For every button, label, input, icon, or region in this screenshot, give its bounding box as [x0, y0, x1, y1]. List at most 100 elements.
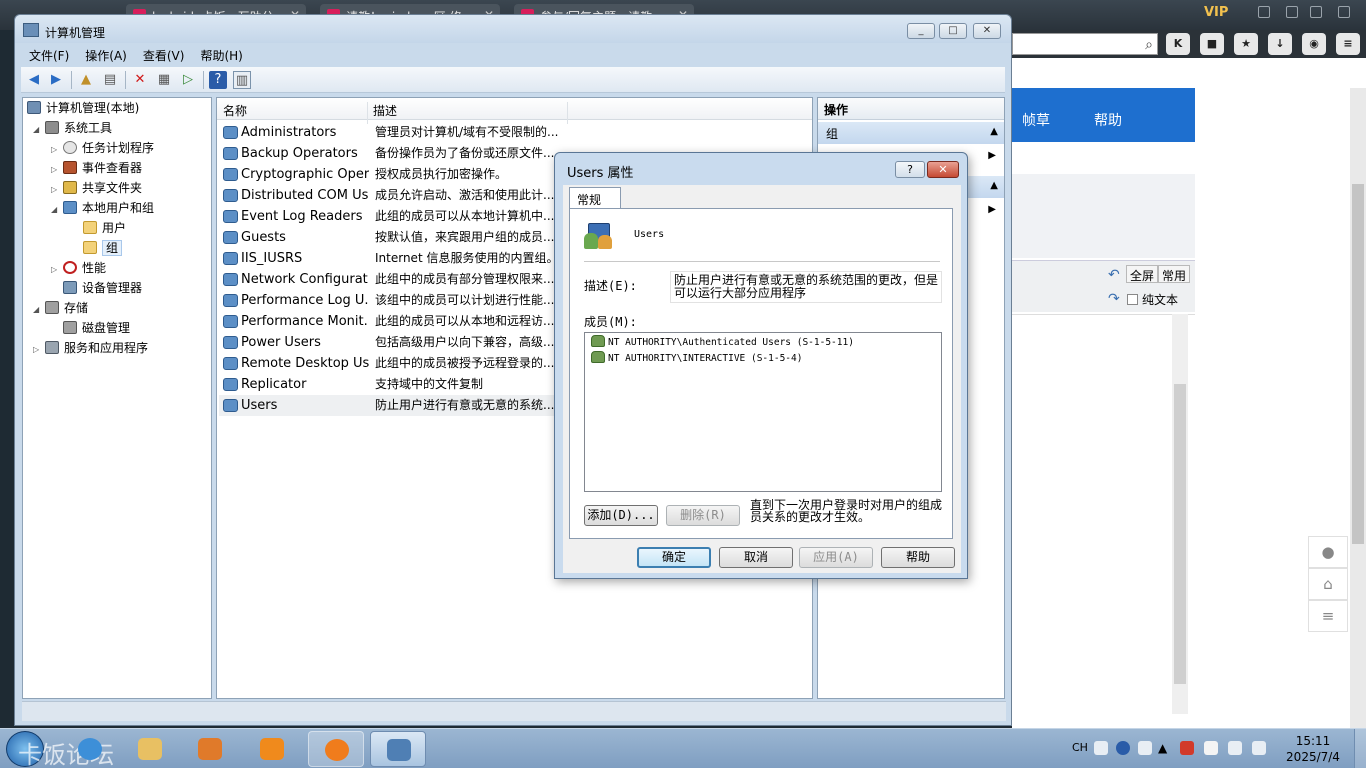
system-clock[interactable]: 15:11 2025/7/4	[1280, 733, 1346, 765]
tree-node-performance[interactable]: ▷ 性能	[51, 258, 106, 278]
list-item[interactable]: NT AUTHORITY\INTERACTIVE (S-1-5-4)	[591, 351, 802, 367]
export-list-icon[interactable]: ▷	[179, 71, 197, 89]
column-divider[interactable]	[367, 102, 368, 124]
add-button[interactable]: 添加(D)...	[584, 505, 658, 526]
browser-maximize-icon[interactable]	[1310, 6, 1322, 18]
k-extension-icon[interactable]: K	[1166, 33, 1190, 55]
help-button[interactable]: 帮助	[881, 547, 955, 568]
expand-arrow-icon[interactable]: ▷	[51, 180, 63, 200]
tree-node-services-apps[interactable]: ▷ 服务和应用程序	[33, 338, 148, 358]
collapse-arrow-icon[interactable]: ◢	[51, 200, 63, 220]
maximize-button[interactable]: □	[939, 23, 967, 39]
address-bar[interactable]: ⌕	[1012, 33, 1158, 55]
description-field[interactable]: 防止用户进行有意或无意的系统范围的更改，但是可以运行大部分应用程序	[670, 271, 942, 303]
scrollbar-thumb[interactable]	[1174, 384, 1186, 684]
tree-node-task-scheduler[interactable]: ▷ 任务计划程序	[51, 138, 154, 158]
tree-node-device-manager[interactable]: 设备管理器	[63, 278, 142, 298]
apply-button[interactable]: 应用(A)	[799, 547, 873, 568]
list-icon[interactable]: ≡	[1308, 600, 1348, 632]
gamepad-icon[interactable]: ◉	[1302, 33, 1326, 55]
taskbar-explorer[interactable]	[122, 731, 178, 767]
plain-text-checkbox[interactable]	[1127, 294, 1138, 305]
show-hide-tree-icon[interactable]: ▤	[101, 71, 119, 89]
expand-arrow-icon[interactable]: ▷	[51, 260, 63, 280]
more-actions-arrow-icon[interactable]: ▶	[988, 204, 996, 215]
display-icon[interactable]	[1252, 741, 1266, 755]
remove-button[interactable]: 删除(R)	[666, 505, 740, 526]
members-list[interactable]: NT AUTHORITY\Authenticated Users (S-1-5-…	[584, 332, 942, 492]
forward-icon[interactable]: ▶	[47, 71, 65, 89]
menu-view[interactable]: 查看(V)	[135, 45, 193, 66]
tree-node-users[interactable]: 用户	[83, 218, 126, 238]
taskbar-computer-management[interactable]	[370, 731, 426, 767]
tree-node-system-tools[interactable]: ◢ 系统工具	[33, 118, 112, 138]
star-icon[interactable]: ★	[1234, 33, 1258, 55]
browser-minimize-icon[interactable]	[1286, 6, 1298, 18]
editor-area[interactable]	[1012, 314, 1195, 714]
show-desktop-button[interactable]	[1354, 729, 1366, 768]
ok-button[interactable]: 确定	[637, 547, 711, 568]
comment-icon[interactable]: ●	[1308, 536, 1348, 568]
dialog-close-button[interactable]: ✕	[927, 161, 959, 178]
taskbar-app[interactable]	[244, 731, 300, 767]
cancel-button[interactable]: 取消	[719, 547, 793, 568]
delete-icon[interactable]: ✕	[131, 71, 149, 89]
actions-group-section[interactable]: 组 ▲	[818, 122, 1004, 144]
expand-arrow-icon[interactable]: ▷	[51, 140, 63, 160]
vip-badge[interactable]: VIP	[1204, 5, 1228, 20]
tree-node-local-users-groups[interactable]: ◢ 本地用户和组	[51, 198, 154, 218]
minimize-button[interactable]: _	[907, 23, 935, 39]
tree-node-event-viewer[interactable]: ▷ 事件查看器	[51, 158, 142, 178]
editor-scrollbar[interactable]	[1172, 314, 1188, 714]
column-header-description[interactable]: 描述	[373, 102, 397, 119]
table-row[interactable]: Administrators 管理员对计算机/域有不受限制的...	[219, 122, 809, 143]
action-center-flag-icon[interactable]	[1204, 741, 1218, 755]
browser-menu-icon[interactable]	[1258, 6, 1270, 18]
lock-icon[interactable]: ■	[1200, 33, 1224, 55]
menu-help[interactable]: 帮助(H)	[192, 45, 250, 66]
expand-arrow-icon[interactable]: ▷	[33, 340, 45, 360]
tab-general[interactable]: 常规	[569, 187, 621, 209]
collapse-arrow-icon[interactable]: ◢	[33, 120, 45, 140]
list-item[interactable]: NT AUTHORITY\Authenticated Users (S-1-5-…	[591, 335, 854, 351]
tree-node-shared-folders[interactable]: ▷ 共享文件夹	[51, 178, 142, 198]
page-scrollbar[interactable]	[1350, 88, 1366, 728]
nav-link[interactable]: 帮助	[1094, 110, 1122, 130]
collapse-up-icon[interactable]: ▲	[990, 180, 998, 191]
more-actions-arrow-icon[interactable]: ▶	[988, 150, 996, 161]
download-icon[interactable]: ↓	[1268, 33, 1292, 55]
menu-icon[interactable]: ≡	[1336, 33, 1360, 55]
taskbar-browser[interactable]	[308, 731, 364, 767]
collapse-up-icon[interactable]: ▲	[990, 126, 998, 137]
help-icon[interactable]: ?	[209, 71, 227, 89]
keyboard-icon[interactable]	[1094, 741, 1108, 755]
collapse-arrow-icon[interactable]: ◢	[33, 300, 45, 320]
dialog-help-button[interactable]: ?	[895, 161, 925, 178]
up-level-icon[interactable]: ▲	[77, 71, 95, 89]
back-to-top-icon[interactable]: ⌂	[1308, 568, 1348, 600]
taskbar-media-player[interactable]	[182, 731, 238, 767]
nav-link[interactable]: 帧草	[1022, 110, 1050, 130]
common-button[interactable]: 常用	[1158, 265, 1191, 283]
tree-node-storage[interactable]: ◢ 存储	[33, 298, 88, 318]
menu-action[interactable]: 操作(A)	[77, 45, 135, 66]
browser-close-icon[interactable]	[1338, 6, 1350, 18]
menu-file[interactable]: 文件(F)	[21, 45, 77, 66]
redo-icon[interactable]: ↷	[1108, 291, 1120, 307]
taskbar-ie[interactable]	[62, 731, 118, 767]
tree-node-computer-management[interactable]: 计算机管理(本地)	[27, 98, 139, 118]
ime-help-icon[interactable]	[1116, 741, 1130, 755]
ime-options-icon[interactable]	[1138, 741, 1152, 755]
tree-node-groups[interactable]: 组	[83, 238, 123, 258]
show-hidden-icons-icon[interactable]: ▲	[1158, 741, 1172, 755]
fullscreen-button[interactable]: 全屏	[1126, 265, 1159, 283]
title-bar[interactable]: 计算机管理 _ □ ✕	[15, 15, 1011, 43]
properties-icon[interactable]: ▦	[155, 71, 173, 89]
expand-arrow-icon[interactable]: ▷	[51, 160, 63, 180]
volume-muted-icon[interactable]	[1180, 741, 1194, 755]
close-button[interactable]: ✕	[973, 23, 1001, 39]
back-icon[interactable]: ◀	[25, 71, 43, 89]
column-divider[interactable]	[567, 102, 568, 124]
undo-icon[interactable]: ↶	[1108, 267, 1120, 283]
column-header-name[interactable]: 名称	[223, 102, 247, 119]
